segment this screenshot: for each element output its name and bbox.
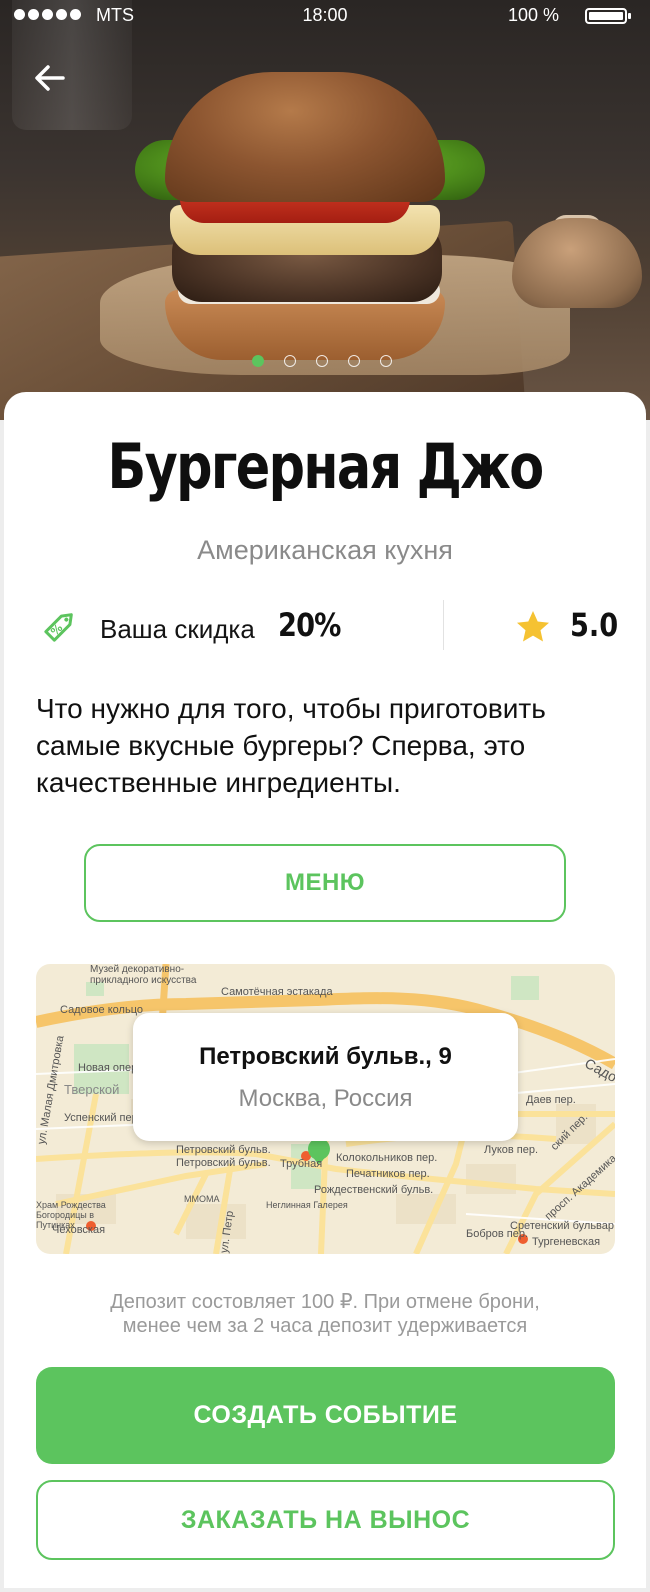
pager-dot-4[interactable]	[348, 355, 360, 367]
pager-dot-1[interactable]	[252, 355, 264, 367]
map-label-bobrov: Бобров пер.	[466, 1228, 529, 1240]
map-label-chekhovskaya: Чеховская	[52, 1224, 106, 1236]
pager-dot-3[interactable]	[316, 355, 328, 367]
hero-bun-top	[165, 72, 445, 202]
deposit-note-line-1: Депозит состовляет 100 ₽. При отмене бро…	[110, 1291, 540, 1313]
cuisine-label: Американская кухня	[197, 535, 453, 565]
map-label-samotechnaya: Самотёчная эстакада	[221, 986, 333, 998]
gallery-pager[interactable]	[252, 355, 392, 367]
menu-button[interactable]: МЕНЮ	[84, 844, 566, 922]
hero-mushroom-cap	[512, 218, 642, 308]
discount-label: Ваша скидка	[100, 614, 255, 644]
deposit-note: Депозит состовляет 100 ₽. При отмене бро…	[0, 1290, 650, 1338]
battery-percent: 100 %	[508, 5, 560, 25]
map-label-petrovsky-bulv-2: Петровский бульв.	[176, 1157, 271, 1169]
map-label-neglinnaya: Неглинная Галерея	[266, 1200, 348, 1210]
address-city: Москва, Россия	[238, 1085, 413, 1112]
map-label-sadovoe: Садовое кольцо	[60, 1004, 143, 1016]
row-divider	[443, 600, 444, 650]
status-bar: MTS 18:00 100 %	[0, 0, 650, 32]
restaurant-name: Бургерная Джо	[107, 430, 545, 503]
deposit-note-line-2: менее чем за 2 часа депозит удерживается	[122, 1315, 528, 1337]
map-label-tverskoy: Тверской	[64, 1082, 120, 1097]
discount-value: 20%	[278, 606, 341, 644]
battery-icon	[585, 8, 631, 24]
restaurant-description: Что нужно для того, чтобы приготовить са…	[36, 693, 546, 798]
map-label-pechatnikov: Печатников пер.	[346, 1168, 430, 1180]
create-event-button[interactable]: СОЗДАТЬ СОБЫТИЕ	[36, 1367, 615, 1464]
address-card[interactable]: Петровский бульв., 9 Москва, Россия	[133, 1013, 518, 1141]
map-label-uspensky: Успенский пер.	[64, 1112, 141, 1124]
map-label-dalev: Даев пер.	[526, 1094, 576, 1106]
star-icon	[514, 608, 552, 646]
rating-value: 5.0	[570, 606, 619, 644]
map-label-turgenevskaya: Тургеневская	[532, 1236, 601, 1248]
map-label-lukov: Луков пер.	[484, 1144, 539, 1156]
map-label-mmoma: ММОМА	[184, 1194, 220, 1204]
map-label-kolokolny: Колокольников пер.	[336, 1152, 438, 1164]
takeaway-order-button[interactable]: ЗАКАЗАТЬ НА ВЫНОС	[36, 1480, 615, 1560]
pager-dot-5[interactable]	[380, 355, 392, 367]
address-street: Петровский бульв., 9	[199, 1043, 452, 1070]
map-label-museum: Музей декоративно-прикладного искусства	[90, 964, 197, 986]
map-label-rozhdestvensky: Рождественский бульв.	[314, 1184, 434, 1196]
back-button[interactable]	[30, 60, 70, 96]
arrow-left-icon	[35, 65, 65, 91]
tag-percent-icon: %	[40, 606, 80, 646]
map-label-petrovsky-bulv: Петровский бульв.	[176, 1144, 271, 1156]
map-label-truba: Трубная	[280, 1158, 323, 1170]
pager-dot-2[interactable]	[284, 355, 296, 367]
